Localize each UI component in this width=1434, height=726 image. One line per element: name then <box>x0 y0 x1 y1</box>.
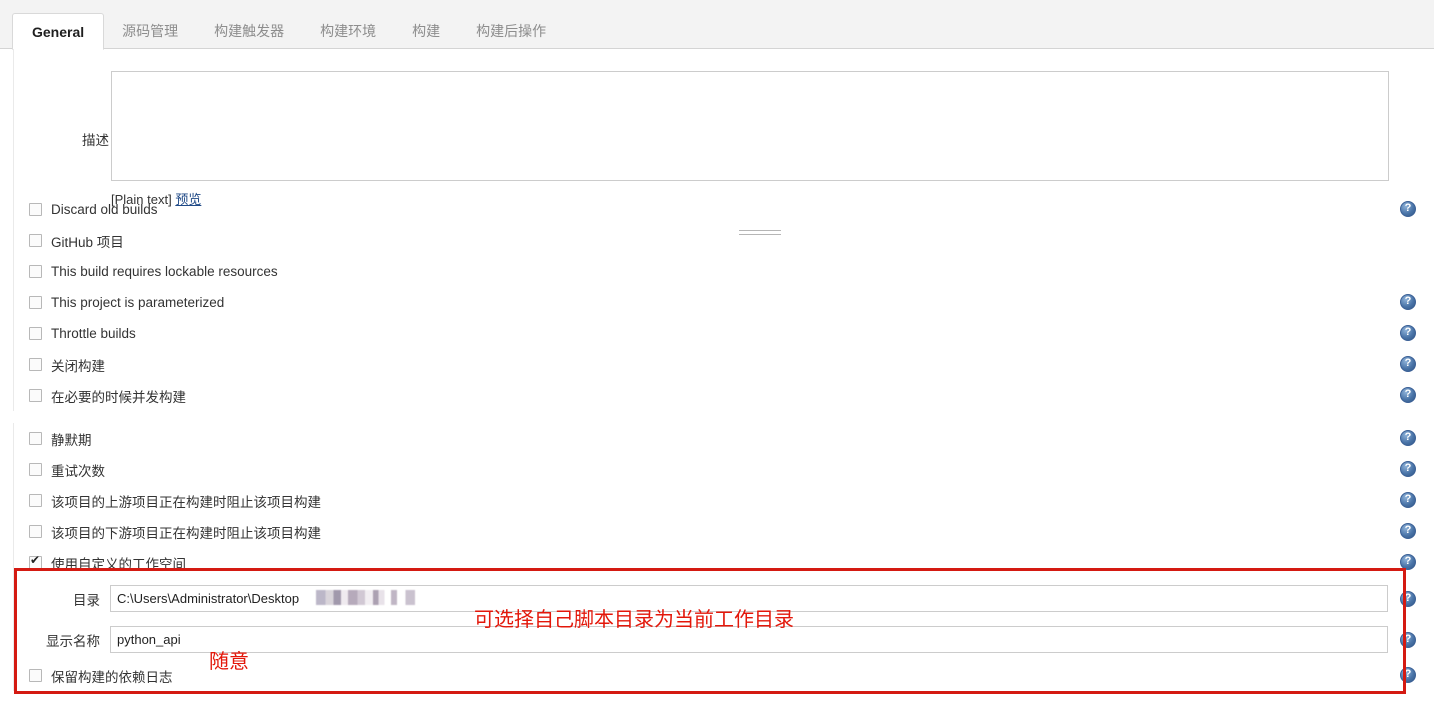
checkbox-retry-count[interactable] <box>29 463 42 476</box>
help-icon[interactable] <box>1400 430 1416 446</box>
checkbox-custom-workspace[interactable] <box>29 553 42 569</box>
config-tab-bar: General 源码管理 构建触发器 构建环境 构建 构建后操作 <box>0 0 1434 50</box>
tab-scm[interactable]: 源码管理 <box>104 12 196 49</box>
option-label: GitHub 项目 <box>51 234 124 250</box>
workspace-display-name-input[interactable] <box>110 626 1388 653</box>
option-label: Throttle builds <box>51 326 136 341</box>
checkbox-block-upstream[interactable] <box>29 494 42 507</box>
help-icon[interactable] <box>1400 387 1416 403</box>
workspace-directory-field: 目录 <box>14 578 1434 619</box>
help-icon[interactable] <box>1400 325 1416 341</box>
option-label: 保留构建的依赖日志 <box>51 669 173 685</box>
option-parameterized[interactable]: This project is parameterized <box>14 287 1434 318</box>
help-icon[interactable] <box>1400 632 1416 648</box>
option-label: This project is parameterized <box>51 295 225 310</box>
option-label: 静默期 <box>51 432 92 448</box>
tab-post-build[interactable]: 构建后操作 <box>458 12 564 49</box>
option-label: 使用自定义的工作空间 <box>51 556 186 572</box>
tab-build-env[interactable]: 构建环境 <box>302 12 394 49</box>
option-label: 在必要的时候并发构建 <box>51 389 186 405</box>
workspace-display-name-label: 显示名称 <box>46 633 100 649</box>
tab-general[interactable]: General <box>12 13 105 50</box>
help-icon[interactable] <box>1400 356 1416 372</box>
checkbox-lockable-resources[interactable] <box>29 265 42 278</box>
workspace-directory-label: 目录 <box>73 592 100 608</box>
option-lockable-resources[interactable]: This build requires lockable resources <box>14 256 1434 287</box>
checkbox-block-downstream[interactable] <box>29 525 42 538</box>
help-icon[interactable] <box>1400 667 1416 683</box>
option-label: 该项目的上游项目正在构建时阻止该项目构建 <box>51 494 321 510</box>
option-label: This build requires lockable resources <box>51 264 278 279</box>
option-github-project[interactable]: GitHub 项目 <box>14 225 1434 256</box>
tab-build[interactable]: 构建 <box>394 12 458 49</box>
options-block-2: 静默期 重试次数 该项目的上游项目正在构建时阻止该项目构建 该项目的下游项目正在… <box>13 423 1434 691</box>
option-block-upstream[interactable]: 该项目的上游项目正在构建时阻止该项目构建 <box>14 485 1434 516</box>
option-quiet-period[interactable]: 静默期 <box>14 423 1434 454</box>
tab-build-triggers[interactable]: 构建触发器 <box>196 12 302 49</box>
checkbox-github-project[interactable] <box>29 234 42 247</box>
option-disable-build[interactable]: 关闭构建 <box>14 349 1434 380</box>
option-concurrent-builds[interactable]: 在必要的时候并发构建 <box>14 380 1434 411</box>
description-textarea[interactable] <box>111 71 1389 181</box>
help-icon[interactable] <box>1400 554 1416 570</box>
workspace-directory-input[interactable] <box>110 585 1388 612</box>
description-block: 描述 [Plain text] 预览 <box>13 49 1434 235</box>
help-icon[interactable] <box>1400 294 1416 310</box>
options-block-1: Discard old builds GitHub 项目 This build … <box>13 194 1434 411</box>
option-throttle-builds[interactable]: Throttle builds <box>14 318 1434 349</box>
checkbox-discard-old-builds[interactable] <box>29 203 42 216</box>
option-discard-old-builds[interactable]: Discard old builds <box>14 194 1434 225</box>
description-label: 描述 <box>82 133 109 148</box>
help-icon[interactable] <box>1400 591 1416 607</box>
help-icon[interactable] <box>1400 201 1416 217</box>
help-icon[interactable] <box>1400 492 1416 508</box>
checkbox-quiet-period[interactable] <box>29 432 42 445</box>
option-block-downstream[interactable]: 该项目的下游项目正在构建时阻止该项目构建 <box>14 516 1434 547</box>
option-label: Discard old builds <box>51 202 158 217</box>
help-icon[interactable] <box>1400 523 1416 539</box>
help-icon[interactable] <box>1400 461 1416 477</box>
option-label: 重试次数 <box>51 463 105 479</box>
jenkins-job-config-page: General 源码管理 构建触发器 构建环境 构建 构建后操作 描述 [Pla… <box>0 0 1434 726</box>
checkbox-disable-build[interactable] <box>29 358 42 371</box>
option-keep-dependency-log[interactable]: 保留构建的依赖日志 <box>14 660 1434 691</box>
checkbox-concurrent-builds[interactable] <box>29 389 42 402</box>
option-custom-workspace[interactable]: 使用自定义的工作空间 <box>14 547 1434 578</box>
general-config-form: 描述 [Plain text] 预览 Discard old builds Gi… <box>0 49 1434 691</box>
checkbox-throttle-builds[interactable] <box>29 327 42 340</box>
option-label: 该项目的下游项目正在构建时阻止该项目构建 <box>51 525 321 541</box>
checkbox-keep-dependency-log[interactable] <box>29 669 42 682</box>
checkbox-parameterized[interactable] <box>29 296 42 309</box>
option-label: 关闭构建 <box>51 358 105 374</box>
option-retry-count[interactable]: 重试次数 <box>14 454 1434 485</box>
workspace-display-name-field: 显示名称 <box>14 619 1434 660</box>
